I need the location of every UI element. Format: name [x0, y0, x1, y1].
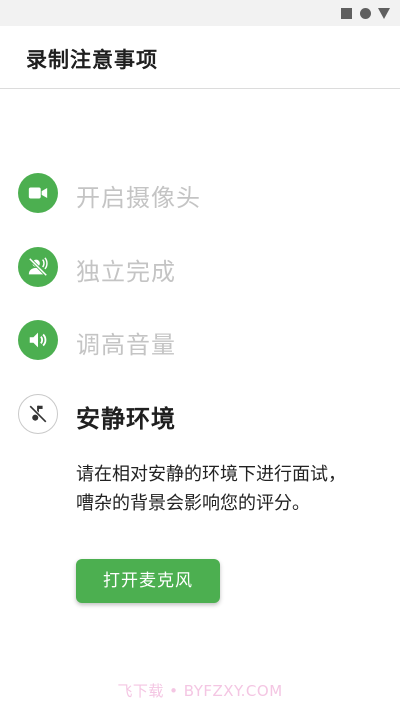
volume-icon — [18, 320, 58, 360]
app-bar: 录制注意事项 — [0, 26, 400, 89]
recent-apps-icon — [341, 8, 352, 19]
open-microphone-button[interactable]: 打开麦克风 — [76, 559, 220, 603]
step-open-camera: 开启摄像头 — [18, 173, 378, 215]
page-title: 录制注意事项 — [26, 48, 158, 72]
step-quiet-environment: 安静环境 — [18, 394, 378, 436]
home-icon — [360, 8, 371, 19]
no-voice-icon — [18, 247, 58, 287]
step-label: 调高音量 — [76, 331, 176, 359]
instruction-text: 请在相对安静的环境下进行面试，嘈杂的背景会影响您的评分。 — [76, 464, 346, 514]
step-raise-volume: 调高音量 — [18, 320, 378, 362]
step-label: 独立完成 — [76, 258, 176, 286]
step-independent: 独立完成 — [18, 247, 378, 289]
step-label: 开启摄像头 — [76, 184, 201, 212]
step-label: 安静环境 — [76, 405, 176, 433]
video-camera-icon — [18, 173, 58, 213]
back-icon — [378, 8, 390, 19]
status-bar — [0, 0, 400, 26]
music-off-icon — [18, 394, 58, 434]
watermark: 飞下载 • BYFZXY.COM — [117, 682, 283, 700]
